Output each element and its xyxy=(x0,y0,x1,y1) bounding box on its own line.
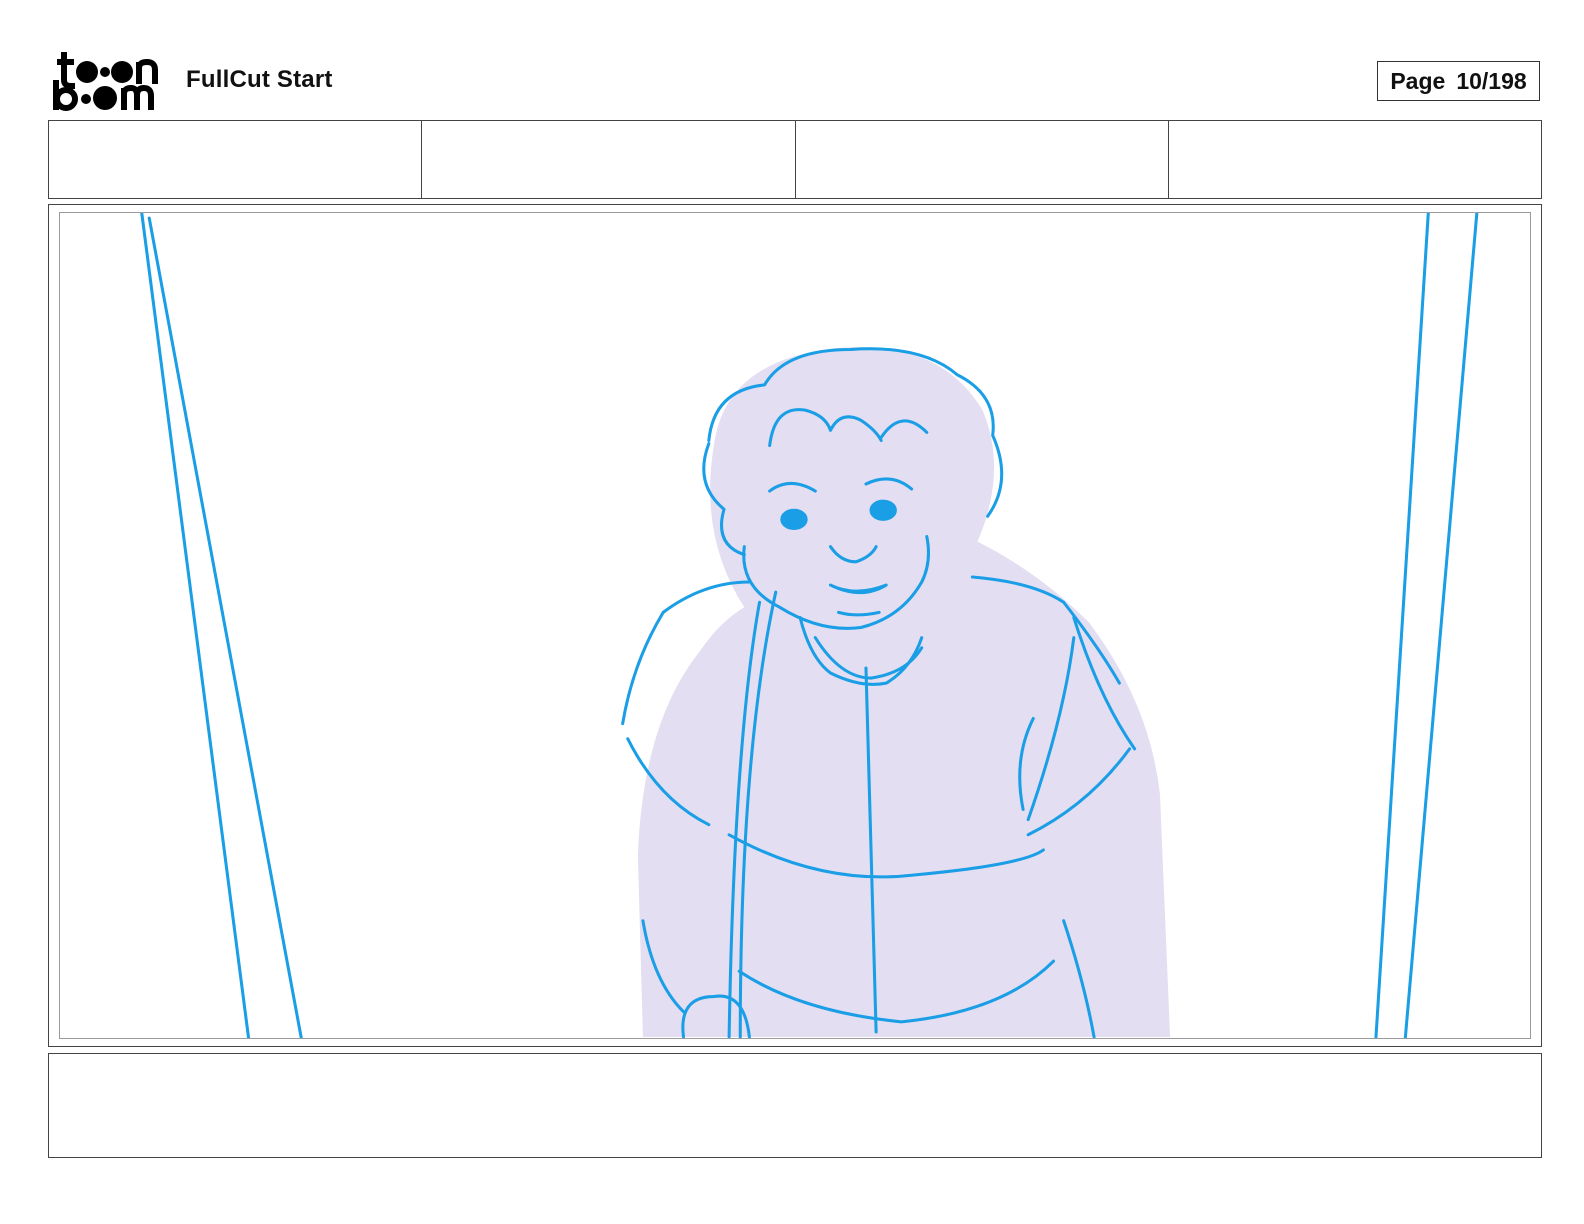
panel-drawing-area xyxy=(59,212,1531,1039)
info-cell-4 xyxy=(1169,121,1541,198)
info-cell-2 xyxy=(422,121,796,198)
project-title: FullCut Start xyxy=(186,66,333,93)
panel-notes-box xyxy=(48,1053,1542,1158)
toonboom-logo xyxy=(50,50,166,112)
page-label: Page xyxy=(1390,67,1446,94)
info-cell-1 xyxy=(49,121,423,198)
sketch-shading xyxy=(637,346,1171,1037)
panel-sketch xyxy=(140,213,1479,1038)
storyboard-panel xyxy=(48,204,1542,1047)
info-cell-3 xyxy=(796,121,1169,198)
page-indicator: Page 10/198 xyxy=(1377,61,1540,101)
panel-info-row xyxy=(48,120,1542,199)
page-number: 10/198 xyxy=(1456,67,1527,94)
